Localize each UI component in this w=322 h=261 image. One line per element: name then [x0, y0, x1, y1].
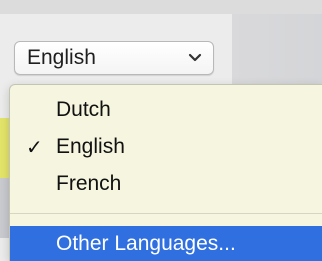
- language-menu: Dutch ✓ English French Other Languages..…: [9, 84, 322, 261]
- menu-item-label: Other Languages...: [56, 232, 236, 255]
- menu-item-french[interactable]: French: [10, 166, 322, 202]
- chevron-down-icon: [187, 50, 203, 66]
- menu-item-other-languages[interactable]: Other Languages...: [10, 226, 322, 261]
- checkmark-icon: ✓: [26, 136, 43, 159]
- menu-separator: [10, 213, 322, 214]
- menu-item-label: French: [56, 172, 122, 195]
- menu-item-label: English: [56, 135, 125, 158]
- background-titlebar: [0, 0, 322, 14]
- language-popup-button[interactable]: English: [14, 41, 214, 75]
- background-accent: [0, 118, 9, 178]
- menu-item-english[interactable]: ✓ English: [10, 129, 322, 165]
- popup-selected-value: English: [27, 46, 96, 69]
- menu-item-dutch[interactable]: Dutch: [10, 92, 322, 128]
- menu-item-label: Dutch: [56, 98, 111, 121]
